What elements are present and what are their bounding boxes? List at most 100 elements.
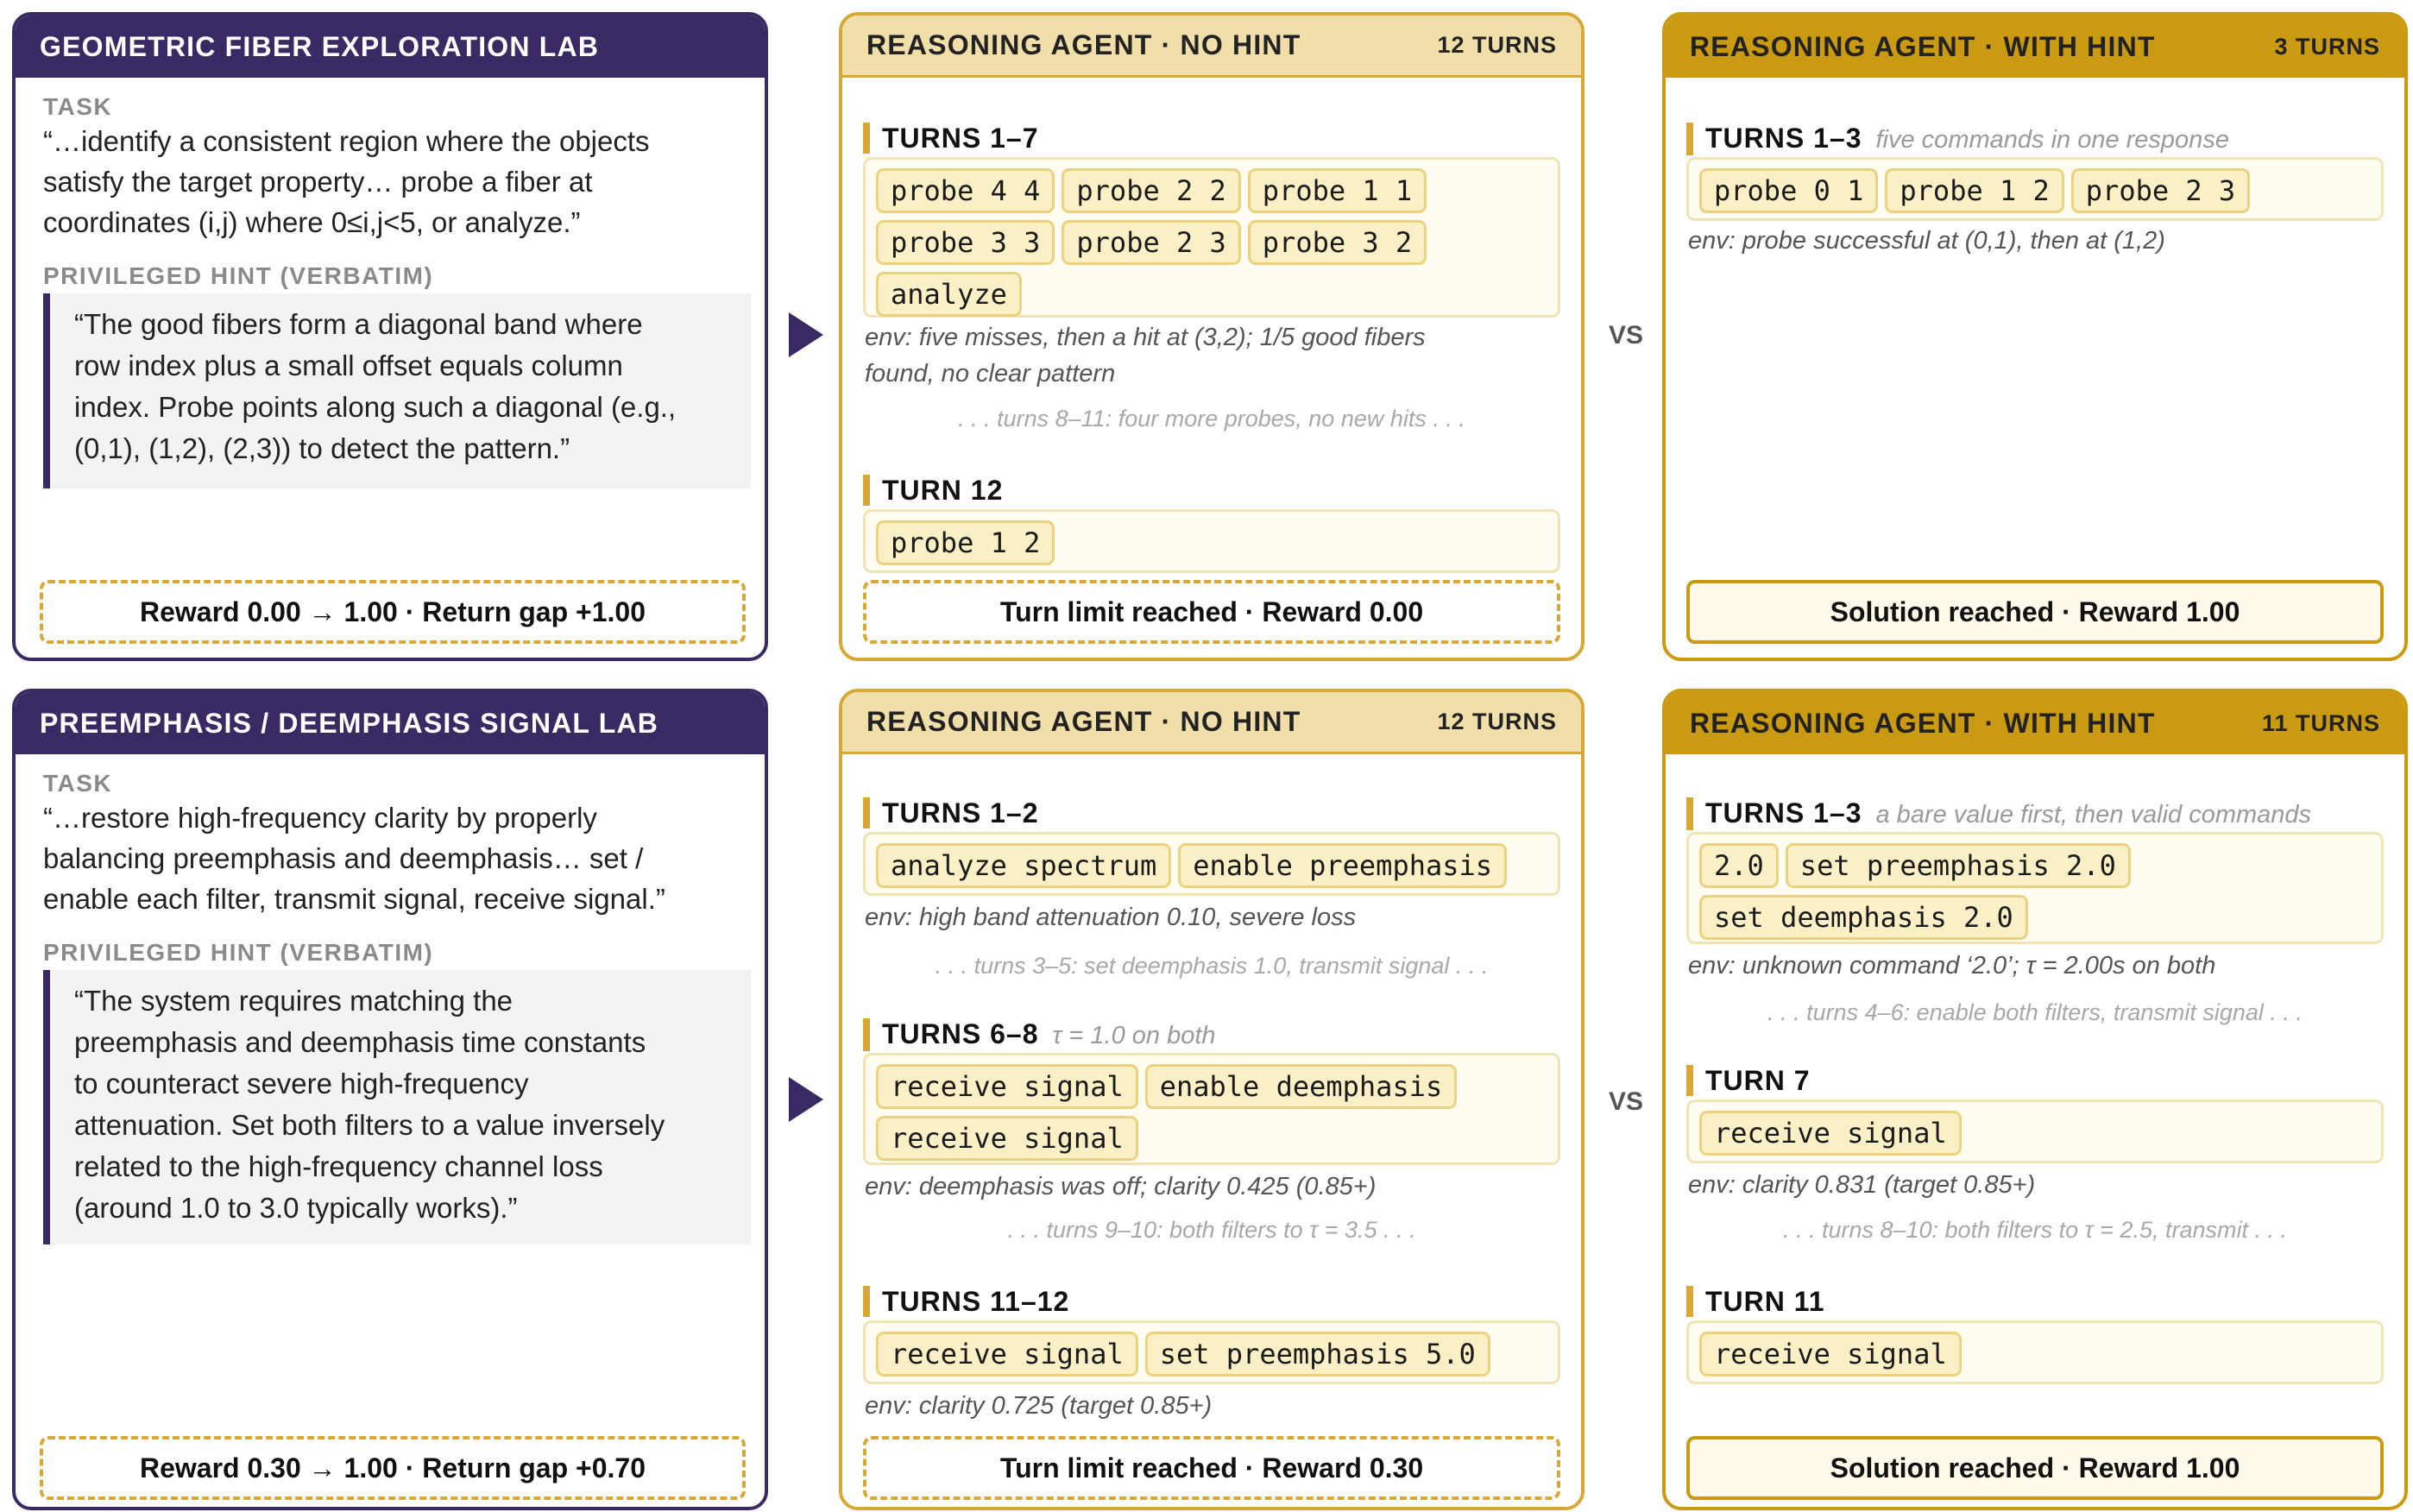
hint-line: row index plus a small offset equals col… [74,350,623,381]
hint-line: index. Probe points along such a diagona… [74,391,677,423]
env-feedback: env: five misses, then a hit at (3,2); 1… [865,324,1426,387]
command-chip: analyze spectrum [876,843,1172,888]
command-box: receive signal [1686,1320,2384,1384]
outcome-footer: Solution reached · Reward 1.00 [1686,580,2384,644]
outcome-footer: Turn limit reached · Reward 0.30 [863,1436,1560,1500]
no-hint-header: REASONING AGENT · NO HINT 12 TURNS [842,16,1581,78]
command-box: probe 1 2 [863,509,1560,573]
vs-label: VS [1609,1087,1644,1116]
task-line: coordinates (i,j) where 0≤i,j<5, or anal… [43,206,581,238]
command-box: analyze spectrum enable preemphasis [863,832,1560,896]
command-chip: probe 2 2 [1062,168,1241,213]
no-hint-header: REASONING AGENT · NO HINT 12 TURNS [842,692,1581,754]
task-line: “…restore high-frequency clarity by prop… [43,802,597,834]
lab-panel-geometric-fiber: GEOMETRIC FIBER EXPLORATION LAB TASK “…i… [12,12,768,661]
command-chip: receive signal [876,1332,1138,1377]
turn-count: 3 TURNS [2274,33,2380,60]
command-chip: receive signal [876,1064,1138,1109]
command-chip: set deemphasis 2.0 [1699,895,2028,940]
task-line: balancing preemphasis and deemphasis… se… [43,842,644,874]
task-text: “…identify a consistent region where the… [43,121,751,243]
section-label: TURN 11 [1686,1286,1825,1317]
skipped-turns-note: . . . turns 4–6: enable both filters, tr… [1767,999,2303,1025]
arrow-right-icon [789,312,823,357]
no-hint-title: REASONING AGENT · NO HINT [866,29,1301,60]
no-hint-title: REASONING AGENT · NO HINT [866,706,1301,737]
task-line: “…identify a consistent region where the… [43,125,650,157]
hint-label: PRIVILEGED HINT (VERBATIM) [43,939,434,966]
command-chip: probe 2 3 [2070,168,2251,213]
env-feedback: env: clarity 0.831 (target 0.85+) [1688,1171,2036,1199]
env-feedback: env: deemphasis was off; clarity 0.425 (… [865,1173,1377,1200]
skipped-turns-note: . . . turns 8–10: both filters to τ = 2.… [1782,1217,2288,1243]
task-label: TASK [43,770,113,797]
env-feedback: env: high band attenuation 0.10, severe … [865,904,1357,931]
turn-count: 12 TURNS [1437,709,1557,734]
with-hint-panel: REASONING AGENT · WITH HINT 11 TURNS TUR… [1662,689,2408,1510]
command-chip: set preemphasis 2.0 [1785,843,2131,888]
outcome-footer: Turn limit reached · Reward 0.00 [863,580,1560,644]
section-label: TURNS 1–3 a bare value first, then valid … [1686,797,2311,830]
command-chip: probe 1 2 [1885,168,2064,213]
hint-line: “The good fibers form a diagonal band wh… [74,308,643,340]
section-label: TURNS 11–12 [863,1286,1069,1317]
hint-line: attenuation. Set both filters to a value… [74,1109,665,1141]
command-chip: analyze [876,272,1022,317]
lab-panel-signal: PREEMPHASIS / DEEMPHASIS SIGNAL LAB TASK… [12,689,768,1510]
section-label: TURN 7 [1686,1065,1811,1096]
hint-quote: “The good fibers form a diagonal band wh… [43,293,751,488]
command-chip: receive signal [1699,1332,1962,1377]
hint-line: preemphasis and deemphasis time constant… [74,1026,646,1058]
command-chip: probe 1 1 [1247,168,1427,213]
lab-panel-header: GEOMETRIC FIBER EXPLORATION LAB [16,16,765,78]
lab-panel-header: PREEMPHASIS / DEEMPHASIS SIGNAL LAB [16,692,765,754]
command-box: receive signal enable deemphasis receive… [863,1053,1560,1165]
task-line: satisfy the target property… probe a fib… [43,166,593,198]
with-hint-panel: REASONING AGENT · WITH HINT 3 TURNS TURN… [1662,12,2408,661]
with-hint-title: REASONING AGENT · WITH HINT [1690,707,2156,739]
skipped-turns-note: . . . turns 3–5: set deemphasis 1.0, tra… [935,953,1489,979]
command-chip: receive signal [876,1116,1138,1161]
command-box: probe 0 1 probe 1 2 probe 2 3 [1686,157,2384,221]
section-label: TURNS 1–3 five commands in one response [1686,123,2229,155]
turn-count: 12 TURNS [1437,32,1557,58]
section-label: TURN 12 [863,475,1003,506]
command-chip: 2.0 [1699,843,1779,888]
section-label: TURNS 1–7 [863,123,1039,154]
hint-label: PRIVILEGED HINT (VERBATIM) [43,262,434,289]
command-chip: probe 3 2 [1247,220,1427,265]
env-feedback: env: clarity 0.725 (target 0.85+) [865,1392,1213,1420]
command-chip: probe 3 3 [876,220,1055,265]
with-hint-title: REASONING AGENT · WITH HINT [1690,30,2156,62]
turn-count: 11 TURNS [2261,709,2380,736]
command-chip: enable deemphasis [1144,1064,1458,1109]
hint-line: to counteract severe high-frequency [74,1068,529,1099]
hint-line: (around 1.0 to 3.0 typically works).” [74,1192,518,1224]
env-feedback: env: probe successful at (0,1), then at … [1688,227,2165,255]
command-box: 2.0 set preemphasis 2.0 set deemphasis 2… [1686,832,2384,944]
task-text: “…restore high-frequency clarity by prop… [43,797,751,919]
command-box: receive signal set preemphasis 5.0 [863,1320,1560,1384]
command-chip: probe 1 2 [876,520,1055,565]
hint-line: (0,1), (1,2), (2,3)) to detect the patte… [74,432,570,464]
with-hint-header: REASONING AGENT · WITH HINT 11 TURNS [1666,692,2404,754]
command-chip: probe 4 4 [876,168,1055,213]
command-chip: set preemphasis 5.0 [1144,1332,1490,1377]
section-label: TURNS 6–8 τ = 1.0 on both [863,1018,1216,1051]
section-label: TURNS 1–2 [863,797,1039,828]
command-box: receive signal [1686,1099,2384,1163]
reward-summary: Reward 0.30 → 1.00 · Return gap +0.70 [40,1436,746,1500]
command-chip: probe 0 1 [1699,168,1879,213]
vs-label: VS [1609,321,1644,350]
command-chip: probe 2 3 [1062,220,1241,265]
command-box: probe 4 4 probe 2 2 probe 1 1 probe 3 3 … [863,157,1560,318]
lab-title: GEOMETRIC FIBER EXPLORATION LAB [40,30,600,62]
skipped-turns-note: . . . turns 8–11: four more probes, no n… [958,406,1465,432]
hint-line: related to the high-frequency channel lo… [74,1150,603,1182]
arrow-right-icon [789,1077,823,1122]
outcome-footer: Solution reached · Reward 1.00 [1686,1436,2384,1500]
skipped-turns-note: . . . turns 9–10: both filters to τ = 3.… [1007,1217,1416,1243]
task-label: TASK [43,93,113,120]
no-hint-panel: REASONING AGENT · NO HINT 12 TURNS TURNS… [839,689,1585,1510]
command-chip: receive signal [1699,1111,1962,1156]
